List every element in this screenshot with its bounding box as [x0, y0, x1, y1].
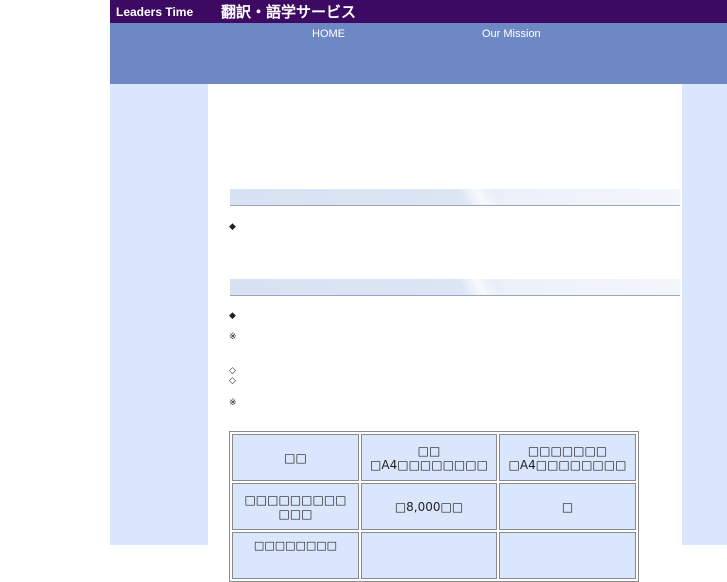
table-cell-label: □□□□□□□□: [232, 532, 359, 579]
price-text: □8,000□□: [394, 499, 464, 514]
header-subtext: □A4□□□□□□□□: [508, 457, 627, 472]
top-header-bar: Leaders Time 翻訳・語学サービス: [110, 0, 727, 23]
cell-text: □: [561, 499, 574, 514]
table-cell-extra: [499, 532, 636, 579]
brand-logo-text[interactable]: Leaders Time: [116, 5, 193, 19]
table-cell-price: [361, 532, 497, 579]
table-cell-extra: □: [499, 483, 636, 530]
note-mark: ※: [229, 398, 237, 408]
header-text: □□: [284, 450, 307, 465]
table-header-row: □□ □□ □A4□□□□□□□□ □□□□□□□ □A4□□□□□□□□: [232, 434, 636, 481]
table-cell-label: □□□□□□□□□ □□□: [232, 483, 359, 530]
header-subtext: □A4□□□□□□□□: [370, 457, 488, 472]
right-sidebar: [682, 84, 727, 545]
table-row: □□□□□□□□□ □□□ □8,000□□ □: [232, 483, 636, 530]
bullet-diamond-filled: ◆: [229, 222, 236, 232]
bullet-diamond-outline: ◇: [229, 376, 236, 386]
nav-link-our-mission[interactable]: Our Mission: [482, 28, 541, 40]
note-mark: ※: [229, 332, 237, 342]
navigation-band: HOME Our Mission: [110, 23, 727, 84]
pricing-table: □□ □□ □A4□□□□□□□□ □□□□□□□ □A4□□□□□□□□ □□…: [229, 431, 639, 582]
header-text: □□□□□□□: [527, 443, 608, 458]
left-sidebar: [110, 84, 208, 545]
bullet-diamond-outline: ◇: [229, 366, 236, 376]
service-title: 翻訳・語学サービス: [221, 3, 357, 21]
section-heading-bar: [230, 279, 680, 296]
section-heading-bar: [230, 189, 680, 206]
table-header-cell: □□: [232, 434, 359, 481]
header-text: □□: [417, 443, 441, 458]
table-header-cell: □□□□□□□ □A4□□□□□□□□: [499, 434, 636, 481]
table-cell-price: □8,000□□: [361, 483, 497, 530]
table-header-cell: □□ □A4□□□□□□□□: [361, 434, 497, 481]
nav-link-home[interactable]: HOME: [312, 28, 345, 40]
table-row: □□□□□□□□: [232, 532, 636, 579]
bullet-diamond-filled: ◆: [229, 311, 236, 321]
cell-text: □□□□□□□□□: [244, 492, 347, 507]
cell-text: □□□□□□□□: [253, 539, 338, 552]
cell-text: □□□: [278, 506, 313, 521]
